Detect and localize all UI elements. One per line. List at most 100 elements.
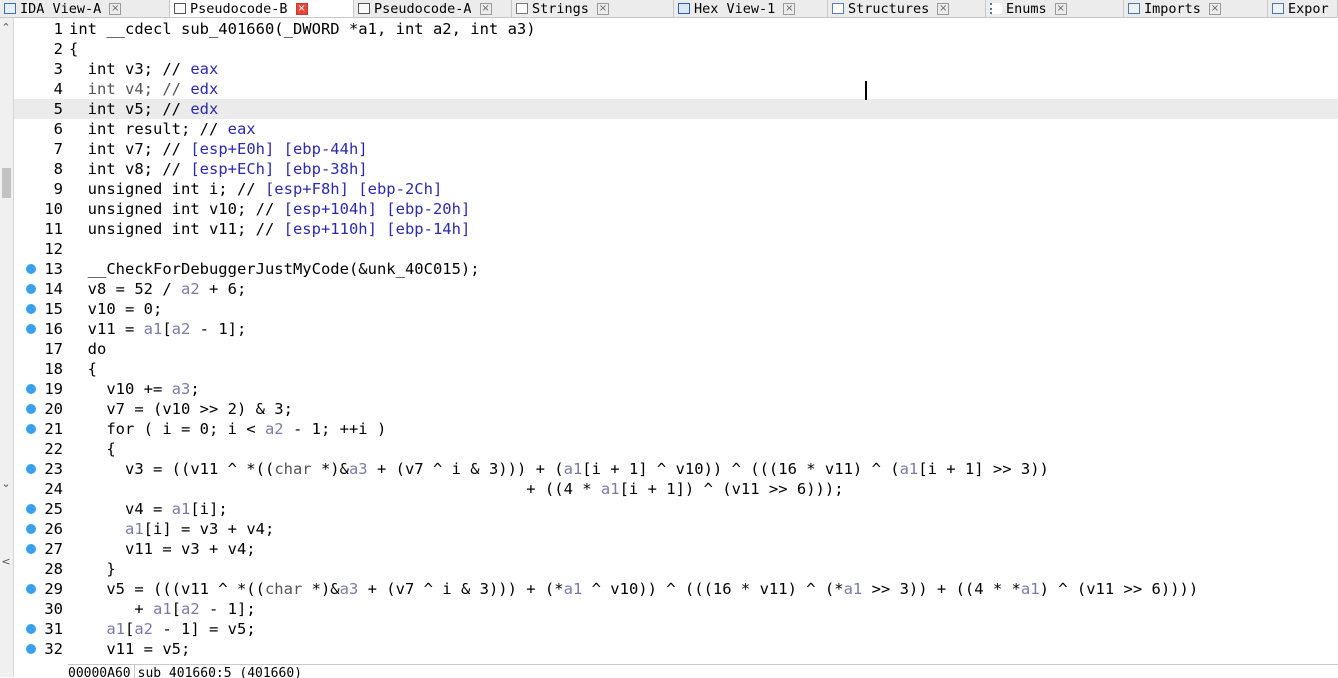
line-gutter[interactable]: 21 xyxy=(14,419,64,439)
code-text[interactable]: v10 = 0; xyxy=(69,299,163,319)
tab-close-icon[interactable]: × xyxy=(937,2,950,15)
line-gutter[interactable]: 7 xyxy=(14,139,64,159)
code-text[interactable]: unsigned int v11; // [esp+110h] [ebp-14h… xyxy=(69,219,471,239)
line-gutter[interactable]: 18 xyxy=(14,359,64,379)
tab-pseudocode-a[interactable]: Pseudocode-A × xyxy=(354,0,512,17)
breakpoint-dot-icon[interactable] xyxy=(26,384,36,394)
breakpoint-dot-icon[interactable] xyxy=(26,504,36,514)
code-line[interactable]: 23 v3 = ((v11 ^ *((char *)&a3 + (v7 ^ i … xyxy=(14,459,1338,479)
tab-expor[interactable]: Expor xyxy=(1268,0,1338,17)
code-line[interactable]: 6 int result; // eax xyxy=(14,119,1338,139)
tab-close-icon[interactable]: × xyxy=(1054,2,1067,15)
breakpoint-dot-icon[interactable] xyxy=(26,544,36,554)
tab-imports[interactable]: Imports × xyxy=(1124,0,1268,17)
line-gutter[interactable]: 6 xyxy=(14,119,64,139)
code-line[interactable]: 19 v10 += a3; xyxy=(14,379,1338,399)
code-text[interactable]: int __cdecl sub_401660(_DWORD *a1, int a… xyxy=(69,19,536,39)
line-gutter[interactable]: 25 xyxy=(14,499,64,519)
line-gutter[interactable]: 3 xyxy=(14,59,64,79)
code-text[interactable]: v10 += a3; xyxy=(69,379,199,399)
code-text[interactable]: v11 = v5; xyxy=(69,639,190,659)
code-line[interactable]: 25 v4 = a1[i]; xyxy=(14,499,1338,519)
line-gutter[interactable]: 27 xyxy=(14,539,64,559)
scroll-left-arrow-icon[interactable]: < xyxy=(0,554,12,570)
line-gutter[interactable]: 28 xyxy=(14,559,64,579)
code-text[interactable]: v8 = 52 / a2 + 6; xyxy=(69,279,247,299)
code-text[interactable]: { xyxy=(69,359,97,379)
line-gutter[interactable]: 19 xyxy=(14,379,64,399)
code-line[interactable]: 10 unsigned int v10; // [esp+104h] [ebp-… xyxy=(14,199,1338,219)
code-text[interactable]: a1[a2 - 1] = v5; xyxy=(69,619,255,639)
code-line[interactable]: 1 int __cdecl sub_401660(_DWORD *a1, int … xyxy=(14,19,1338,39)
tab-structures[interactable]: Structures × xyxy=(828,0,986,17)
line-gutter[interactable]: 30 xyxy=(14,599,64,619)
code-text[interactable]: unsigned int i; // [esp+F8h] [ebp-2Ch] xyxy=(69,179,443,199)
code-line[interactable]: 24 + ((4 * a1[i + 1]) ^ (v11 >> 6))); xyxy=(14,479,1338,499)
line-gutter[interactable]: 4 xyxy=(14,79,64,99)
code-line[interactable]: 20 v7 = (v10 >> 2) & 3; xyxy=(14,399,1338,419)
code-line[interactable]: 18 { xyxy=(14,359,1338,379)
code-text[interactable]: v5 = (((v11 ^ *((char *)&a3 + (v7 ^ i & … xyxy=(69,579,1198,599)
line-gutter[interactable]: 15 xyxy=(14,299,64,319)
code-line[interactable]: 12 xyxy=(14,239,1338,259)
code-text[interactable]: int result; // eax xyxy=(69,119,256,139)
vertical-scrollbar[interactable]: ⌃ ⌄ < xyxy=(0,18,14,677)
code-line[interactable]: 22 { xyxy=(14,439,1338,459)
code-line[interactable]: 9 unsigned int i; // [esp+F8h] [ebp-2Ch] xyxy=(14,179,1338,199)
tab-close-icon[interactable]: × xyxy=(1208,2,1221,15)
line-gutter[interactable]: 9 xyxy=(14,179,64,199)
line-gutter[interactable]: 32 xyxy=(14,639,64,659)
code-text[interactable]: v7 = (v10 >> 2) & 3; xyxy=(69,399,293,419)
breakpoint-dot-icon[interactable] xyxy=(26,584,36,594)
line-gutter[interactable]: 10 xyxy=(14,199,64,219)
code-line[interactable]: 3 int v3; // eax xyxy=(14,59,1338,79)
tab-strings[interactable]: Strings × xyxy=(512,0,674,17)
line-gutter[interactable]: 22 xyxy=(14,439,64,459)
line-gutter[interactable]: 5 xyxy=(14,99,64,119)
breakpoint-dot-icon[interactable] xyxy=(26,624,36,634)
code-line[interactable]: 4 int v4; // edx xyxy=(14,79,1338,99)
code-line[interactable]: 28 } xyxy=(14,559,1338,579)
code-text[interactable]: + a1[a2 - 1]; xyxy=(69,599,255,619)
line-gutter[interactable]: 24 xyxy=(14,479,64,499)
line-gutter[interactable]: 12 xyxy=(14,239,64,259)
breakpoint-dot-icon[interactable] xyxy=(26,524,36,534)
code-line[interactable]: 11 unsigned int v11; // [esp+110h] [ebp-… xyxy=(14,219,1338,239)
code-text[interactable]: v11 = a1[a2 - 1]; xyxy=(69,319,247,339)
line-gutter[interactable]: 31 xyxy=(14,619,64,639)
line-gutter[interactable]: 26 xyxy=(14,519,64,539)
line-gutter[interactable]: 20 xyxy=(14,399,64,419)
line-gutter[interactable]: 17 xyxy=(14,339,64,359)
code-line[interactable]: 27 v11 = v3 + v4; xyxy=(14,539,1338,559)
line-gutter[interactable]: 16 xyxy=(14,319,64,339)
code-text[interactable]: v3 = ((v11 ^ *((char *)&a3 + (v7 ^ i & 3… xyxy=(69,459,1049,479)
tab-close-icon[interactable]: × xyxy=(295,2,308,15)
code-line[interactable]: 8 int v8; // [esp+ECh] [ebp-38h] xyxy=(14,159,1338,179)
code-text[interactable]: } xyxy=(69,559,115,579)
line-gutter[interactable]: 1 xyxy=(14,19,64,39)
tab-close-icon[interactable]: × xyxy=(479,2,492,15)
code-text[interactable]: { xyxy=(69,439,115,459)
code-line[interactable]: 31 a1[a2 - 1] = v5; xyxy=(14,619,1338,639)
code-text[interactable]: do xyxy=(69,339,107,359)
tab-close-icon[interactable]: × xyxy=(783,2,796,15)
breakpoint-dot-icon[interactable] xyxy=(26,304,36,314)
scroll-up-arrow-icon[interactable]: ⌃ xyxy=(0,20,12,36)
line-gutter[interactable]: 11 xyxy=(14,219,64,239)
line-gutter[interactable]: 14 xyxy=(14,279,64,299)
code-line[interactable]: 29 v5 = (((v11 ^ *((char *)&a3 + (v7 ^ i… xyxy=(14,579,1338,599)
code-text[interactable]: int v8; // [esp+ECh] [ebp-38h] xyxy=(69,159,368,179)
code-line[interactable]: 26 a1[i] = v3 + v4; xyxy=(14,519,1338,539)
code-line[interactable]: 13 __CheckForDebuggerJustMyCode(&unk_40C… xyxy=(14,259,1338,279)
breakpoint-dot-icon[interactable] xyxy=(26,424,36,434)
code-text[interactable]: int v4; // edx xyxy=(69,79,219,99)
code-line[interactable]: 17 do xyxy=(14,339,1338,359)
tab-close-icon[interactable]: × xyxy=(109,2,122,15)
breakpoint-dot-icon[interactable] xyxy=(26,284,36,294)
code-text[interactable]: int v3; // eax xyxy=(69,59,219,79)
scroll-thumb[interactable] xyxy=(2,168,11,198)
code-text[interactable]: a1[i] = v3 + v4; xyxy=(69,519,274,539)
line-gutter[interactable]: 13 xyxy=(14,259,64,279)
tab-enums[interactable]: Enums × xyxy=(986,0,1124,17)
tab-ida-view-a[interactable]: IDA View-A × xyxy=(0,0,170,17)
